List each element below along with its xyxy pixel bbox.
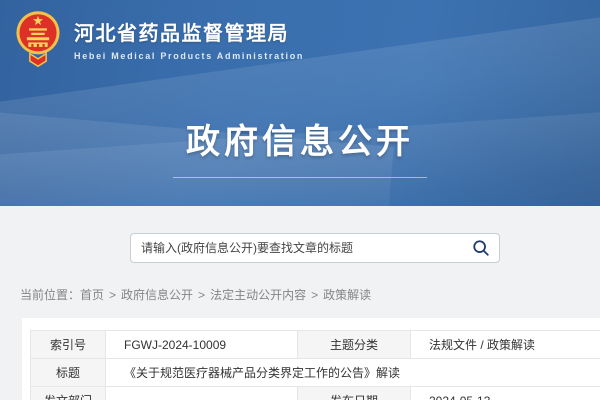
field-value-topic-category: 法规文件 / 政策解读 (411, 331, 600, 359)
site-header: 河北省药品监督管理局 Hebei Medical Products Admini… (0, 0, 600, 206)
site-subtitle: Hebei Medical Products Administration (74, 51, 304, 61)
banner-title: 政府信息公开 (0, 114, 600, 163)
breadcrumb-item-gov-info[interactable]: 政府信息公开 (121, 288, 193, 302)
site-logo[interactable]: 河北省药品监督管理局 Hebei Medical Products Admini… (14, 9, 304, 67)
breadcrumb-item-policy-interpretation[interactable]: 政策解读 (323, 288, 371, 302)
field-label-issuing-department: 发文部门 (31, 387, 106, 400)
field-label-title: 标题 (31, 359, 106, 387)
field-value-title: 《关于规范医疗器械产品分类界定工作的公告》解读 (106, 359, 600, 387)
breadcrumb-separator: > (198, 288, 205, 302)
site-titles: 河北省药品监督管理局 Hebei Medical Products Admini… (74, 9, 304, 61)
field-label-index-number: 索引号 (31, 331, 106, 359)
table-row: 索引号 FGWJ-2024-10009 主题分类 法规文件 / 政策解读 (31, 331, 600, 359)
table-row: 标题 《关于规范医疗器械产品分类界定工作的公告》解读 (31, 359, 600, 387)
banner: 政府信息公开 (0, 114, 600, 178)
search-input[interactable] (131, 234, 463, 262)
field-value-index-number: FGWJ-2024-10009 (106, 331, 298, 359)
site-title: 河北省药品监督管理局 (74, 17, 304, 46)
breadcrumb: 当前位置：首页 > 政府信息公开 > 法定主动公开内容 > 政策解读 (20, 286, 371, 303)
banner-underline (173, 177, 427, 178)
field-label-topic-category: 主题分类 (298, 331, 411, 359)
search-icon (472, 239, 490, 257)
breadcrumb-item-statutory-disclosure[interactable]: 法定主动公开内容 (210, 288, 306, 302)
document-card: 索引号 FGWJ-2024-10009 主题分类 法规文件 / 政策解读 标题 … (22, 318, 600, 400)
field-value-publish-date: 2024-05-13 (411, 387, 600, 400)
search-button[interactable] (463, 234, 499, 262)
breadcrumb-separator: > (311, 288, 318, 302)
field-value-issuing-department (106, 387, 298, 400)
document-info-table: 索引号 FGWJ-2024-10009 主题分类 法规文件 / 政策解读 标题 … (30, 330, 600, 400)
field-label-publish-date: 发布日期 (298, 387, 411, 400)
breadcrumb-item-home[interactable]: 首页 (80, 288, 104, 302)
national-emblem-icon (14, 9, 62, 67)
table-row: 发文部门 发布日期 2024-05-13 (31, 387, 600, 400)
page: 河北省药品监督管理局 Hebei Medical Products Admini… (0, 0, 600, 400)
breadcrumb-prefix: 当前位置： (20, 288, 80, 302)
search-box (130, 233, 500, 263)
breadcrumb-separator: > (109, 288, 116, 302)
